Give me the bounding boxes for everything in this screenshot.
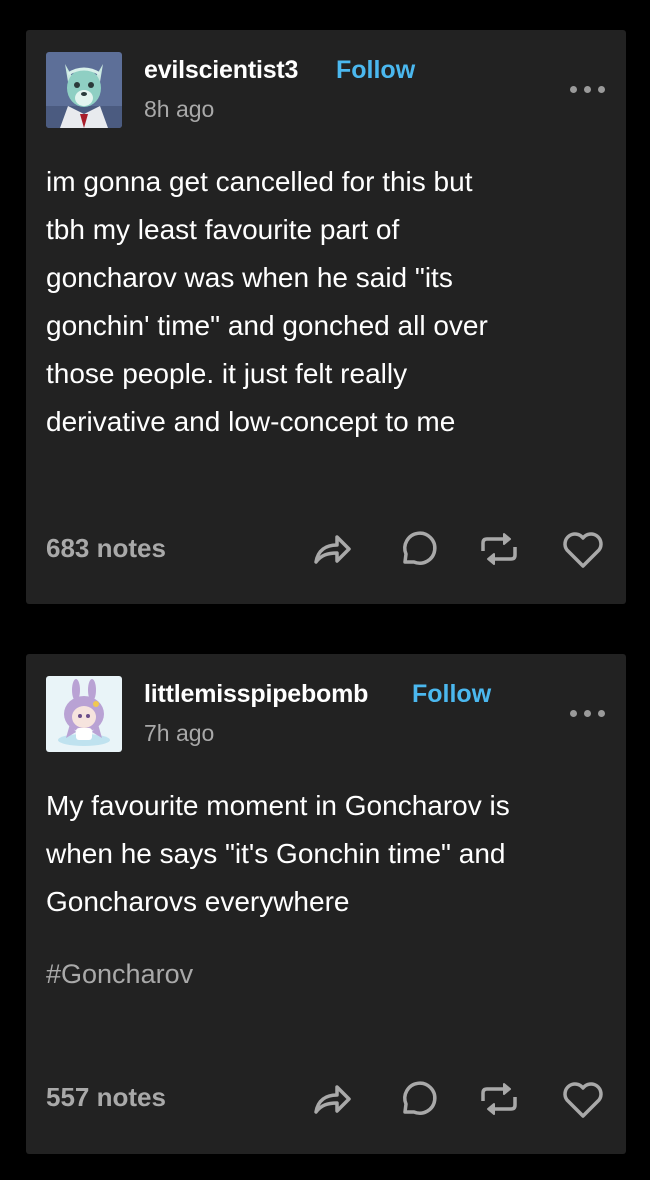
post-tag[interactable]: #Goncharov xyxy=(46,959,193,990)
more-options-icon[interactable] xyxy=(570,84,606,94)
post-body-line: goncharov was when he said "its xyxy=(46,262,453,293)
post-body-line: Goncharovs everywhere xyxy=(46,886,350,917)
post-body-line: those people. it just felt really xyxy=(46,358,408,389)
post-username[interactable]: evilscientist3 xyxy=(144,56,298,85)
notes-count[interactable]: 557 notes xyxy=(46,1082,166,1113)
post-body-line: im gonna get cancelled for this but xyxy=(46,166,473,197)
post-card: evilscientist3 Follow 8h ago im gonna ge… xyxy=(26,30,626,604)
share-icon[interactable] xyxy=(306,1074,356,1124)
reblog-icon[interactable] xyxy=(474,1074,524,1124)
notes-count[interactable]: 683 notes xyxy=(46,533,166,564)
user-avatar[interactable] xyxy=(46,52,122,128)
follow-button[interactable]: Follow xyxy=(412,680,491,709)
post-body-line: gonchin' time" and gonched all over xyxy=(46,310,488,341)
reblog-icon[interactable] xyxy=(474,524,524,574)
like-icon[interactable] xyxy=(558,524,608,574)
post-body-line: tbh my least favourite part of xyxy=(46,214,400,245)
post-body: im gonna get cancelled for this but tbh … xyxy=(46,158,606,446)
user-avatar[interactable] xyxy=(46,676,122,752)
reply-icon[interactable] xyxy=(391,524,441,574)
share-icon[interactable] xyxy=(306,524,356,574)
post-body: My favourite moment in Goncharov is when… xyxy=(46,782,606,926)
post-timestamp[interactable]: 8h ago xyxy=(144,96,214,123)
reply-icon[interactable] xyxy=(391,1074,441,1124)
post-card: littlemisspipebomb Follow 7h ago My favo… xyxy=(26,654,626,1154)
more-options-icon[interactable] xyxy=(570,708,606,718)
follow-button[interactable]: Follow xyxy=(336,56,415,85)
post-timestamp[interactable]: 7h ago xyxy=(144,720,214,747)
post-body-line: My favourite moment in Goncharov is xyxy=(46,790,510,821)
post-body-line: derivative and low-concept to me xyxy=(46,406,456,437)
post-username[interactable]: littlemisspipebomb xyxy=(144,680,368,709)
like-icon[interactable] xyxy=(558,1074,608,1124)
post-body-line: when he says "it's Gonchin time" and xyxy=(46,838,506,869)
